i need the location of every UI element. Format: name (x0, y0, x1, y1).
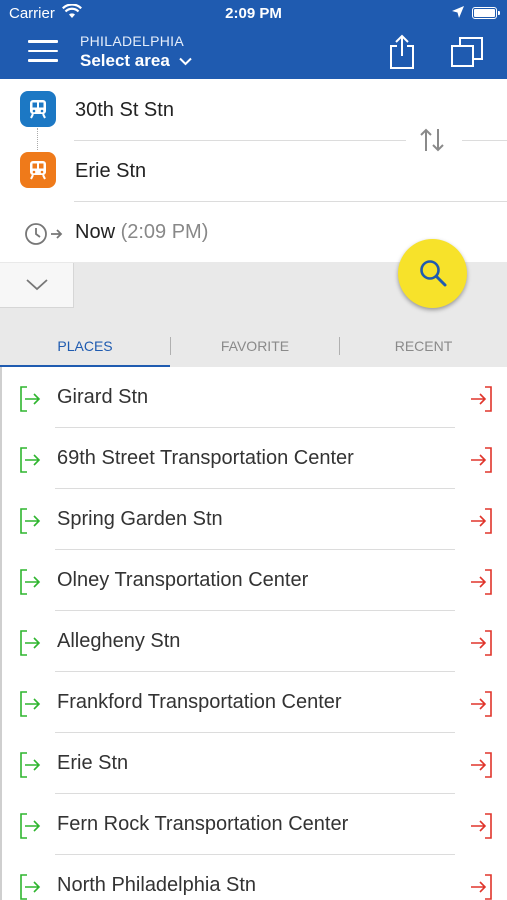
menu-button[interactable] (28, 40, 58, 64)
tab-recent[interactable]: RECENT (340, 325, 507, 367)
chevron-down-icon (178, 57, 192, 66)
list-item[interactable]: 69th Street Transportation Center (2, 428, 507, 489)
places-list: Girard Stn 69th Street Transportation Ce… (0, 367, 507, 900)
set-destination-icon[interactable] (469, 874, 493, 900)
set-destination-icon[interactable] (469, 508, 493, 534)
list-item[interactable]: Erie Stn (2, 733, 507, 794)
place-name: Erie Stn (57, 752, 129, 774)
select-area-label: Select area (80, 51, 170, 70)
clock-icon (25, 223, 63, 245)
set-destination-icon[interactable] (469, 691, 493, 717)
tab-bar: PLACES FAVORITE RECENT (0, 325, 507, 367)
list-item[interactable]: Fern Rock Transportation Center (2, 794, 507, 855)
search-icon (420, 260, 447, 287)
list-item[interactable]: Spring Garden Stn (2, 489, 507, 550)
set-origin-icon[interactable] (19, 508, 43, 534)
status-bar: Carrier 2:09 PM (0, 0, 507, 28)
set-destination-icon[interactable] (469, 569, 493, 595)
departure-time-text: Now (2:09 PM) (75, 221, 208, 244)
set-destination-icon[interactable] (469, 752, 493, 778)
time-value: (2:09 PM) (120, 221, 209, 243)
search-button[interactable] (398, 239, 467, 308)
to-stop-name: Erie Stn (75, 160, 147, 182)
set-origin-icon[interactable] (19, 691, 43, 717)
list-item[interactable]: Frankford Transportation Center (2, 672, 507, 733)
place-name: Girard Stn (57, 386, 149, 408)
expand-options-button[interactable] (0, 263, 74, 308)
from-stop-name: 30th St Stn (75, 99, 174, 121)
place-name: Spring Garden Stn (57, 508, 223, 530)
select-area-button[interactable]: Select area (80, 51, 192, 71)
status-time: 2:09 PM (225, 5, 282, 22)
chevron-down-icon (26, 279, 48, 291)
set-origin-icon[interactable] (19, 813, 43, 839)
set-destination-icon[interactable] (469, 386, 493, 412)
train-icon (20, 91, 56, 127)
time-now-label: Now (75, 221, 116, 243)
city-label: PHILADELPHIA (80, 33, 184, 49)
set-origin-icon[interactable] (19, 569, 43, 595)
location-arrow-icon (452, 6, 464, 18)
tab-favorite[interactable]: FAVORITE (171, 325, 339, 367)
tab-places[interactable]: PLACES (0, 325, 170, 367)
place-name: North Philadelphia Stn (57, 874, 257, 896)
train-icon (20, 152, 56, 188)
set-origin-icon[interactable] (19, 386, 43, 412)
place-name: Olney Transportation Center (57, 569, 309, 591)
to-stop-field[interactable]: Erie Stn (0, 140, 507, 201)
list-item[interactable]: North Philadelphia Stn (2, 855, 507, 900)
set-destination-icon[interactable] (469, 813, 493, 839)
list-item[interactable]: Allegheny Stn (2, 611, 507, 672)
share-icon[interactable] (387, 34, 417, 70)
place-name: Frankford Transportation Center (57, 691, 342, 713)
battery-icon (472, 7, 500, 19)
set-destination-icon[interactable] (469, 630, 493, 656)
app-header: Carrier 2:09 PM PHILADELPHIA Select area (0, 0, 507, 79)
set-origin-icon[interactable] (19, 752, 43, 778)
hamburger-icon (28, 40, 58, 43)
copy-icon[interactable] (450, 36, 484, 68)
list-item[interactable]: Olney Transportation Center (2, 550, 507, 611)
place-name: 69th Street Transportation Center (57, 447, 354, 469)
place-name: Allegheny Stn (57, 630, 181, 652)
set-origin-icon[interactable] (19, 874, 43, 900)
list-item[interactable]: Girard Stn (2, 367, 507, 428)
set-destination-icon[interactable] (469, 447, 493, 473)
set-origin-icon[interactable] (19, 630, 43, 656)
place-name: Fern Rock Transportation Center (57, 813, 349, 835)
set-origin-icon[interactable] (19, 447, 43, 473)
